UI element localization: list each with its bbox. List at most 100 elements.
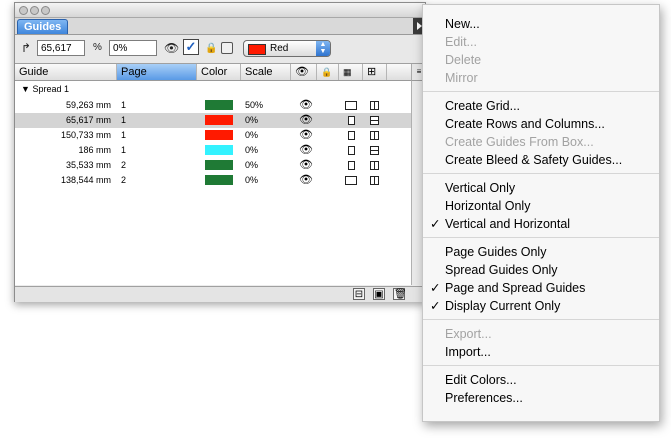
trash-icon[interactable]: 🗑	[393, 288, 407, 300]
menu-item-vertical-and-horizontal[interactable]: ✓ Vertical and Horizontal	[423, 215, 659, 233]
collapse-button[interactable]: ⊟	[353, 288, 365, 300]
visibility-eye-icon[interactable]: 👁	[299, 128, 313, 143]
grid-icon[interactable]	[345, 101, 357, 110]
vertical-guide-icon[interactable]	[370, 176, 379, 185]
menu-item-create-rows-and-columns[interactable]: Create Rows and Columns...	[423, 115, 659, 133]
menu-item-label: Create Guides From Box...	[445, 135, 594, 149]
menu-item-page-guides-only[interactable]: Page Guides Only	[423, 243, 659, 261]
guide-color-swatch[interactable]	[205, 100, 233, 110]
menu-item-label: Create Rows and Columns...	[445, 117, 605, 131]
menu-item-label: Vertical Only	[445, 181, 516, 195]
column-header-color[interactable]: Color	[197, 64, 241, 80]
menu-separator	[423, 91, 659, 92]
visibility-eye-icon[interactable]: 👁	[299, 158, 313, 173]
grid-icon[interactable]	[348, 161, 355, 170]
menu-separator	[423, 319, 659, 320]
visibility-eye-icon[interactable]: 👁	[299, 113, 313, 128]
horizontal-guide-icon[interactable]	[370, 116, 379, 125]
guide-color-swatch[interactable]	[205, 175, 233, 185]
column-header-grid-icon[interactable]: ▦	[339, 64, 363, 80]
guide-color-swatch[interactable]	[205, 160, 233, 170]
guide-position: 59,263 mm	[65, 100, 111, 110]
zoom-window-button[interactable]	[41, 6, 50, 15]
minimize-window-button[interactable]	[30, 6, 39, 15]
guide-color-swatch[interactable]	[205, 145, 233, 155]
guide-color-name: Red	[270, 43, 289, 54]
grid-icon[interactable]	[348, 131, 355, 140]
menu-item-display-current-only[interactable]: ✓ Display Current Only	[423, 297, 659, 315]
visibility-eye-icon[interactable]: 👁	[164, 41, 179, 55]
spread-label: Spread 1	[32, 84, 69, 94]
close-window-button[interactable]	[19, 6, 28, 15]
menu-item-label: Mirror	[445, 71, 478, 85]
lock-icon[interactable]: 🔒	[205, 42, 217, 56]
menu-item-spread-guides-only[interactable]: Spread Guides Only	[423, 261, 659, 279]
table-row[interactable]: 35,533 mm 2 0% 👁	[15, 158, 411, 173]
guide-color-swatch	[248, 44, 266, 55]
menu-item-preferences[interactable]: Preferences...	[423, 389, 659, 407]
vertical-guide-icon[interactable]	[370, 131, 379, 140]
checkmark-icon: ✓	[430, 217, 441, 231]
guide-position: 138,544 mm	[60, 175, 111, 185]
tab-guides[interactable]: Guides	[17, 19, 69, 34]
guide-scale: 0%	[245, 130, 259, 140]
visible-checkbox[interactable]: ✓	[183, 39, 199, 55]
column-header-page[interactable]: Page	[117, 64, 197, 80]
visibility-eye-icon[interactable]: 👁	[299, 143, 313, 158]
spread-group-label[interactable]: ▼ Spread 1	[21, 83, 69, 95]
column-header-scale[interactable]: Scale	[241, 64, 291, 80]
vertical-guide-icon[interactable]	[370, 101, 379, 110]
scale-field[interactable]: 0%	[109, 40, 157, 56]
menu-item-create-grid[interactable]: Create Grid...	[423, 97, 659, 115]
guide-scale: 0%	[245, 160, 259, 170]
disclosure-triangle-icon[interactable]: ▼	[21, 84, 30, 94]
guide-color-popup[interactable]: Red ▲ ▼	[243, 40, 331, 57]
menu-item-new[interactable]: New...	[423, 15, 659, 33]
table-row[interactable]: 186 mm 1 0% 👁	[15, 143, 411, 158]
grid-icon[interactable]	[345, 176, 357, 185]
guide-color-swatch[interactable]	[205, 130, 233, 140]
menu-item-import[interactable]: Import...	[423, 343, 659, 361]
table-row[interactable]: 59,263 mm 1 50% 👁	[15, 98, 411, 113]
menu-item-label: Create Bleed & Safety Guides...	[445, 153, 623, 167]
position-field[interactable]: 65,617	[37, 40, 85, 56]
menu-item-label: Preferences...	[445, 391, 523, 405]
column-header-visible-icon[interactable]: 👁	[291, 64, 317, 80]
vertical-guide-icon[interactable]	[370, 161, 379, 170]
menu-item-create-bleed-safety-guides[interactable]: Create Bleed & Safety Guides...	[423, 151, 659, 169]
palette-titlebar[interactable]	[15, 3, 425, 18]
menu-item-horizontal-only[interactable]: Horizontal Only	[423, 197, 659, 215]
menu-item-export: Export...	[423, 325, 659, 343]
menu-item-create-guides-from-box: Create Guides From Box...	[423, 133, 659, 151]
guide-page: 1	[121, 130, 127, 140]
menu-item-vertical-only[interactable]: Vertical Only	[423, 179, 659, 197]
menu-item-edit-colors[interactable]: Edit Colors...	[423, 371, 659, 389]
guide-controls-row: ↱ 65,617 % 0% 👁 ✓ 🔒 Red ▲ ▼	[15, 35, 425, 64]
visibility-eye-icon[interactable]: 👁	[299, 173, 313, 188]
guide-position: 65,617 mm	[65, 115, 111, 125]
guide-color-swatch[interactable]	[205, 115, 233, 125]
lock-toggle-box[interactable]	[221, 42, 233, 54]
grid-icon[interactable]	[348, 146, 355, 155]
menu-item-label: Edit Colors...	[445, 373, 517, 387]
menu-separator	[423, 237, 659, 238]
menu-item-page-and-spread-guides[interactable]: ✓ Page and Spread Guides	[423, 279, 659, 297]
palette-flyout-menu: New... Edit... Delete Mirror Create Grid... C…	[422, 4, 660, 422]
menu-item-label: Create Grid...	[445, 99, 521, 113]
column-header-orientation-icon[interactable]: ⊞	[363, 64, 387, 80]
grid-icon[interactable]	[348, 116, 355, 125]
popup-arrows-icon: ▲ ▼	[316, 41, 330, 56]
checkmark-icon: ✓	[430, 299, 441, 313]
position-arrow-icon: ↱	[21, 41, 32, 55]
table-row[interactable]: 65,617 mm 1 0% 👁	[15, 113, 411, 128]
column-header-guide[interactable]: Guide	[15, 64, 117, 80]
column-header-lock-icon[interactable]: 🔒	[317, 64, 339, 80]
guides-palette-window: Guides ↱ 65,617 % 0% 👁 ✓ 🔒 Red ▲ ▼ Guide …	[14, 2, 426, 302]
horizontal-guide-icon[interactable]	[370, 146, 379, 155]
guide-position: 35,533 mm	[65, 160, 111, 170]
table-row[interactable]: 138,544 mm 2 0% 👁	[15, 173, 411, 188]
new-guide-button[interactable]: ▣	[373, 288, 385, 300]
visibility-eye-icon[interactable]: 👁	[299, 98, 313, 113]
guide-page: 2	[121, 160, 127, 170]
table-row[interactable]: 150,733 mm 1 0% 👁	[15, 128, 411, 143]
